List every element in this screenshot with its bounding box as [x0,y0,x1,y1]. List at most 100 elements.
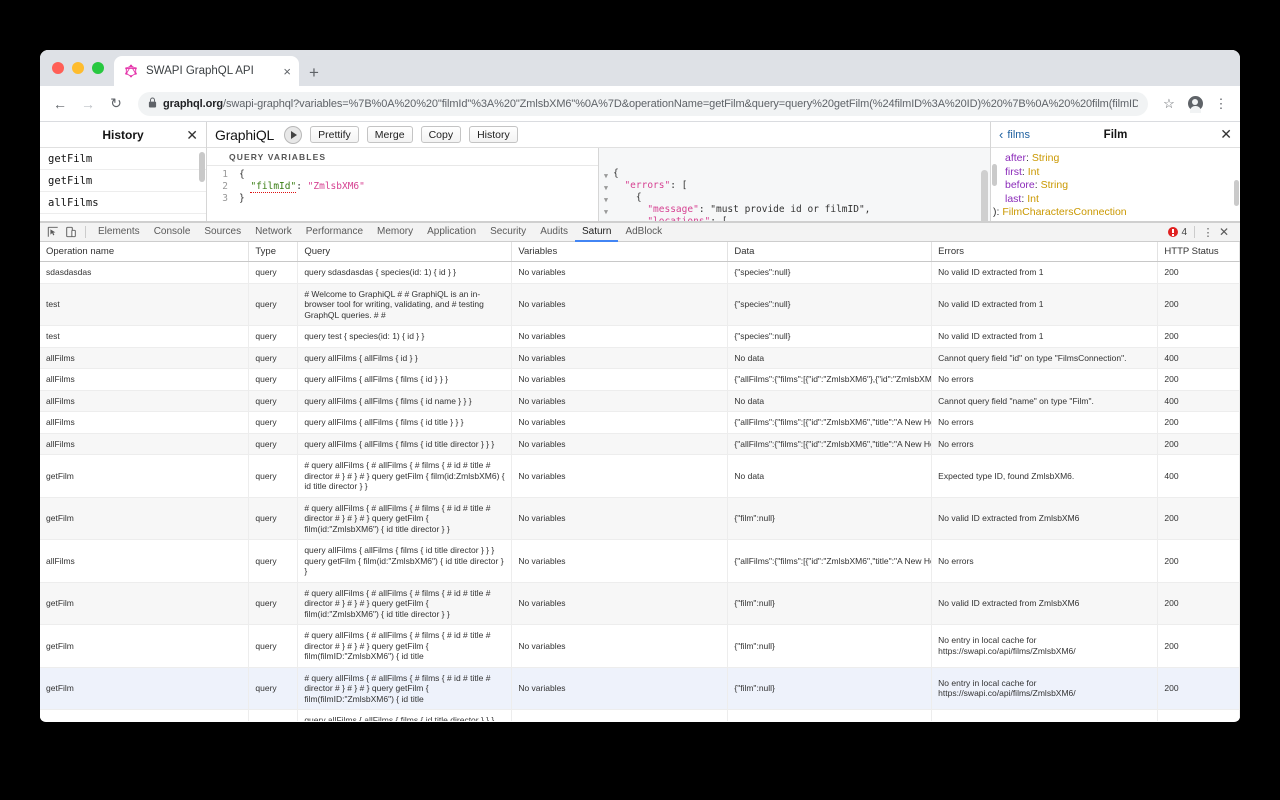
table-row[interactable]: allFilmsqueryquery allFilms { allFilms {… [40,433,1240,455]
prettify-button[interactable]: Prettify [310,126,359,143]
devtools-tab-audits[interactable]: Audits [533,223,575,242]
cell-http-status: 200 [1157,411,1240,434]
devtools-tab-adblock[interactable]: AdBlock [618,223,669,242]
column-header-query[interactable]: Query [297,242,513,262]
docs-arg-type[interactable]: Int [1027,193,1039,205]
result-line: "message": "must provide id or filmID", [613,204,870,216]
column-header-operation-name[interactable]: Operation name [40,242,250,262]
result-line: { [613,192,870,204]
cell-errors: No errors [931,411,1159,434]
history-scrollbar[interactable] [199,152,205,182]
close-window-button[interactable] [52,62,64,74]
column-header-variables[interactable]: Variables [511,242,729,262]
cell-errors: No errors [931,433,1159,455]
docs-arg-name[interactable]: first [1005,166,1022,178]
kebab-menu-icon[interactable]: ⋮ [1210,96,1232,112]
column-header-http-status[interactable]: HTTP Status [1157,242,1240,262]
query-variables-title: QUERY VARIABLES [207,148,598,166]
history-button[interactable]: History [469,126,518,143]
table-row[interactable]: test query query test { species(id: 1) { i… [40,325,1240,348]
devtools-tab-sources[interactable]: Sources [197,223,248,242]
table-row[interactable]: getFilm query # query allFilms { # allFilm… [40,582,1240,625]
history-item[interactable]: getFilm [40,170,206,192]
browser-tab[interactable]: SWAPI GraphQL API × [114,56,299,86]
devtools-tab-security[interactable]: Security [483,223,533,242]
table-row[interactable]: allFilmsqueryquery allFilms { allFilms {… [40,411,1240,434]
cell-query: query allFilms { allFilms { films { id t… [297,411,513,434]
docs-arg-name[interactable]: after [1005,152,1026,164]
cell-data: {"species":null} [727,261,933,284]
device-toolbar-icon[interactable] [62,224,80,241]
devtools-tab-console[interactable]: Console [147,223,198,242]
close-devtools-button[interactable]: ✕ [1216,225,1232,239]
docs-back-button[interactable]: ‹ films [999,127,1030,142]
devtools-tab-performance[interactable]: Performance [299,223,370,242]
table-row[interactable]: allFilmsqueryquery allFilms { allFilms {… [40,368,1240,391]
table-row[interactable]: getFilm query # query allFilms { # allFilm… [40,667,1240,710]
column-header-type[interactable]: Type [248,242,299,262]
error-count-badge[interactable]: 4 [1168,227,1187,238]
table-row[interactable]: allFilmsqueryquery allFilms { allFilms {… [40,539,1240,583]
devtools-tab-saturn[interactable]: Saturn [574,223,619,242]
devtools-tab-network[interactable]: Network [248,223,299,242]
copy-button[interactable]: Copy [420,126,462,143]
table-row[interactable]: allFilmsqueryquery allFilms { allFilms {… [40,390,1240,412]
table-row[interactable]: sdasdasdas query query sdasdasdas { specie… [40,261,1240,284]
forward-button[interactable]: → [76,92,100,116]
inspect-element-icon[interactable] [44,224,62,241]
devtools-tab-memory[interactable]: Memory [370,223,420,242]
code-fold-gutter[interactable]: ▼ ▼ ▼ ▼ [599,168,613,221]
cell-query: query sdasdasdas { species(id: 1) { id }… [297,261,513,284]
cell-http-status: 200 [1157,325,1240,348]
table-row[interactable]: test query # Welcome to GraphiQL # # Graph… [40,283,1240,326]
table-row[interactable]: getFilm query # query allFilms { # allFilm… [40,624,1240,668]
window-traffic-lights [50,50,114,86]
cell-errors: No entry in local cache for https://swap… [931,667,1159,710]
docs-return-type[interactable]: FilmCharactersConnection [1002,206,1126,218]
cell-errors: Expected type ID, found ZmlsbXM6. [931,454,1159,498]
docs-scrollbar-right[interactable] [1234,180,1239,206]
merge-button[interactable]: Merge [366,126,413,143]
cell-operation-name: allFilms [40,347,250,369]
table-row[interactable]: getFilm query # query allFilms { # allFilm… [40,497,1240,540]
column-header-errors[interactable]: Errors [931,242,1159,262]
profile-avatar[interactable] [1184,96,1206,113]
devtools-tab-application[interactable]: Application [420,223,483,242]
editor-content: { "filmId": "ZmlsbXM6" } [233,169,365,221]
maximize-window-button[interactable] [92,62,104,74]
history-item[interactable]: getFilm [40,148,206,170]
bookmark-star-icon[interactable]: ☆ [1158,96,1180,112]
editor-gutter: 1 2 3 [207,169,233,221]
close-docs-button[interactable]: ✕ [1220,126,1232,143]
execute-query-button[interactable] [284,125,303,144]
query-variables-editor[interactable]: 1 2 3 { "filmId": "ZmlsbXM6" } [207,166,598,221]
history-item[interactable]: allFilms [40,192,206,214]
table-row[interactable]: allFilmsqueryquery allFilms { allFilms {… [40,347,1240,369]
table-row[interactable]: getFilm query # query allFilms { # allFilm… [40,454,1240,498]
docs-arg-type[interactable]: Int [1028,166,1040,178]
devtools-kebab-menu-icon[interactable]: ⋮ [1202,226,1214,239]
table-row[interactable]: allFilmsqueryquery allFilms { allFilms {… [40,709,1240,721]
docs-arg-name[interactable]: last [1005,193,1021,205]
table-header: Operation name Type Query Variables Data… [40,242,1240,262]
docs-scrollbar-left[interactable] [992,164,997,186]
minimize-window-button[interactable] [72,62,84,74]
cell-data: {"film":null} [727,624,933,668]
docs-arg-type[interactable]: String [1041,179,1068,191]
new-tab-button[interactable]: + [309,64,319,81]
docs-arg-name[interactable]: before [1005,179,1035,191]
history-panel-header: History ✕ [40,122,206,148]
address-bar[interactable]: graphql.org/swapi-graphql?variables=%7B%… [138,91,1148,116]
cell-errors: No valid ID extracted from ZmlsbXM6 [931,497,1159,540]
close-tab-button[interactable]: × [283,65,291,78]
docs-arg-type[interactable]: String [1032,152,1059,164]
graphql-icon [124,64,138,78]
result-scrollbar[interactable] [981,170,988,221]
devtools-tab-elements[interactable]: Elements [91,223,147,242]
back-button[interactable]: ← [48,92,72,116]
cell-type: query [248,582,299,625]
reload-button[interactable]: ↻ [104,92,128,116]
code-line: { [239,169,245,180]
column-header-data[interactable]: Data [727,242,933,262]
close-history-button[interactable]: ✕ [186,127,198,144]
